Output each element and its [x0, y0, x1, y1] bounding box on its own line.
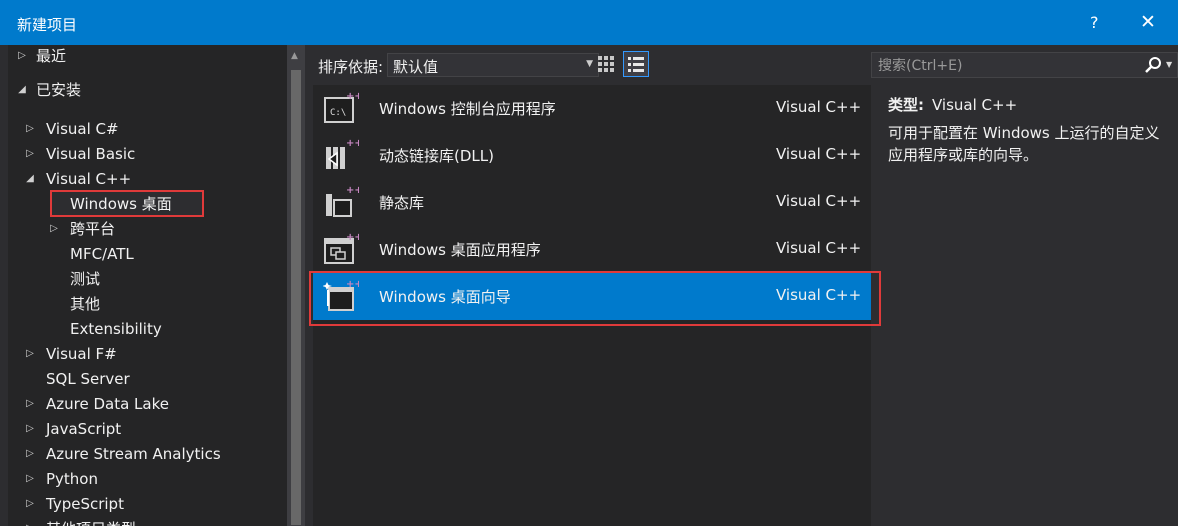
- expand-arrow-icon[interactable]: ▷: [24, 417, 36, 441]
- template-language: Visual C++: [776, 98, 862, 116]
- close-button[interactable]: ✕: [1140, 11, 1156, 33]
- expand-arrow-icon[interactable]: ▷: [24, 517, 36, 526]
- sort-label: 排序依据:: [318, 58, 384, 76]
- template-language: Visual C++: [776, 145, 862, 163]
- template-type: 类型: Visual C++: [888, 94, 1017, 115]
- template-row-desktop-app[interactable]: ++ Windows 桌面应用程序 Visual C++: [313, 226, 871, 273]
- template-tree: ▷ 最近 ◢ 已安装 ▷ Visual C# ▷ Visual Basic ◢ …: [8, 45, 287, 526]
- expand-arrow-icon[interactable]: ▷: [24, 342, 36, 366]
- selected-template-highlight: [309, 271, 881, 326]
- template-row-dll[interactable]: ++ 动态链接库(DLL) Visual C++: [313, 132, 871, 179]
- template-language: Visual C++: [776, 239, 862, 257]
- expand-arrow-icon[interactable]: ▷: [24, 142, 36, 166]
- expand-arrow-icon[interactable]: ▷: [24, 392, 36, 416]
- svg-text:++: ++: [346, 232, 359, 243]
- svg-text:++: ++: [346, 185, 359, 196]
- scrollbar-thumb[interactable]: [291, 70, 301, 525]
- dll-icon: ++: [326, 138, 359, 169]
- chevron-down-icon: ▼: [586, 59, 593, 69]
- static-lib-icon: ++: [326, 185, 359, 217]
- collapse-arrow-icon[interactable]: ◢: [16, 78, 28, 102]
- desktop-app-icon: ++: [324, 232, 359, 264]
- expand-arrow-icon[interactable]: ▷: [24, 492, 36, 516]
- expand-arrow-icon[interactable]: ▷: [24, 467, 36, 491]
- console-app-icon: C:\ ++: [324, 91, 359, 123]
- scroll-up-icon[interactable]: ▲: [291, 51, 298, 61]
- template-description: 可用于配置在 Windows 上运行的自定义应用程序或库的向导。: [888, 124, 1160, 164]
- title-bar: 新建项目 ? ✕: [0, 0, 1178, 45]
- collapse-arrow-icon[interactable]: ◢: [24, 167, 36, 191]
- sort-value: 默认值: [393, 58, 439, 76]
- template-name: Windows 桌面应用程序: [379, 241, 541, 259]
- template-name: Windows 控制台应用程序: [379, 100, 556, 118]
- template-name: 静态库: [379, 194, 425, 212]
- expand-arrow-icon[interactable]: ▷: [24, 117, 36, 141]
- dialog-title: 新建项目: [17, 16, 78, 34]
- help-button[interactable]: ?: [1090, 13, 1099, 32]
- svg-text:++: ++: [346, 91, 359, 102]
- type-value: Visual C++: [932, 96, 1018, 114]
- template-row-console-app[interactable]: C:\ ++ Windows 控制台应用程序 Visual C++: [313, 85, 871, 132]
- template-language: Visual C++: [776, 192, 862, 210]
- template-name: 动态链接库(DLL): [379, 147, 494, 165]
- expand-arrow-icon[interactable]: ▷: [16, 45, 28, 68]
- expand-arrow-icon[interactable]: ▷: [48, 217, 60, 241]
- tree-scrollbar[interactable]: ▲: [287, 45, 305, 526]
- type-label: 类型:: [888, 96, 924, 114]
- template-row-static-lib[interactable]: ++ 静态库 Visual C++: [313, 179, 871, 226]
- grid-view-icon[interactable]: [595, 53, 617, 75]
- search-icon[interactable]: [1144, 56, 1162, 74]
- svg-text:++: ++: [346, 138, 359, 149]
- search-box[interactable]: ▼: [871, 52, 1178, 78]
- search-input[interactable]: [876, 55, 1130, 77]
- svg-text:C:\: C:\: [330, 108, 346, 118]
- sort-dropdown[interactable]: 默认值 ▼: [387, 53, 599, 77]
- list-view-icon[interactable]: [623, 51, 649, 77]
- expand-arrow-icon[interactable]: ▷: [24, 442, 36, 466]
- chevron-down-icon[interactable]: ▼: [1166, 60, 1172, 69]
